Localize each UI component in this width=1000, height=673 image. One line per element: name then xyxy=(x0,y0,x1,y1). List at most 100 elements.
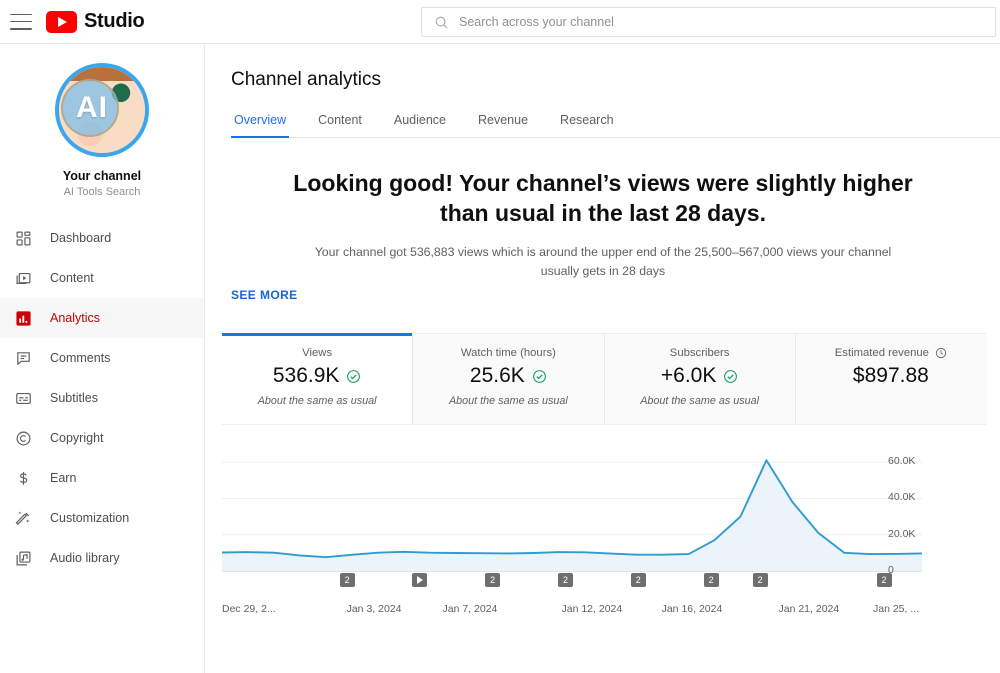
tab-overview[interactable]: Overview xyxy=(231,113,290,138)
customization-icon xyxy=(12,507,34,529)
metric-value-row: 25.6K xyxy=(413,364,603,388)
sidebar-item-label: Customization xyxy=(50,511,130,525)
see-more-link[interactable]: SEE MORE xyxy=(231,288,298,302)
video-count-marker[interactable]: 2 xyxy=(703,573,719,587)
video-count-marker[interactable]: 2 xyxy=(876,573,892,587)
tab-research[interactable]: Research xyxy=(557,113,617,138)
hamburger-icon[interactable] xyxy=(10,13,32,30)
metric-value: 25.6K xyxy=(469,364,525,387)
x-axis-tick-label: Jan 7, 2024 xyxy=(442,603,498,615)
sidebar-item-earn[interactable]: Earn xyxy=(0,458,204,498)
sidebar-item-label: Subtitles xyxy=(50,391,98,405)
check-circle-icon xyxy=(532,369,546,383)
tab-revenue[interactable]: Revenue xyxy=(475,113,531,138)
y-axis-tick-label: 40.0K xyxy=(888,491,916,504)
content-icon xyxy=(12,267,34,289)
analytics-icon xyxy=(12,307,34,329)
video-count-marker[interactable]: 2 xyxy=(558,573,573,587)
analytics-subline: Your channel got 536,883 views which is … xyxy=(314,244,892,278)
top-bar: Studio xyxy=(0,0,1000,44)
sidebar-item-label: Comments xyxy=(50,351,111,365)
comments-icon xyxy=(12,347,34,369)
channel-title: Your channel xyxy=(62,169,142,183)
x-axis-tick-label: Jan 3, 2024 xyxy=(346,603,402,615)
chart-y-axis: 0 20.0K 40.0K 60.0K xyxy=(888,445,934,576)
sidebar-item-content[interactable]: Content xyxy=(0,258,204,298)
sidebar-item-comments[interactable]: Comments xyxy=(0,338,204,378)
y-axis-tick-label: 60.0K xyxy=(888,455,916,468)
chart-x-axis: Dec 29, 2... Jan 3, 2024 Jan 7, 2024 Jan 12… xyxy=(222,603,922,623)
check-circle-icon xyxy=(347,369,361,383)
metric-note: About the same as usual xyxy=(448,395,568,407)
channel-block[interactable]: AI Your channel AI Tools Search xyxy=(0,45,204,212)
sidebar-item-label: Content xyxy=(50,271,94,285)
sidebar-item-audio-library[interactable]: Audio library xyxy=(0,538,204,578)
metric-note: About the same as usual xyxy=(257,395,377,407)
search-input[interactable] xyxy=(459,15,983,29)
metric-value-row: +6.0K xyxy=(605,364,795,388)
sidebar-item-copyright[interactable]: Copyright xyxy=(0,418,204,458)
audio-library-icon xyxy=(12,547,34,569)
brand-name: Studio xyxy=(84,10,145,32)
views-chart[interactable]: 0 20.0K 40.0K 60.0K 2222222 Dec 29, 2... Jan… xyxy=(222,445,986,645)
sidebar-item-subtitles[interactable]: Subtitles xyxy=(0,378,204,418)
video-count-marker[interactable]: 2 xyxy=(339,573,355,587)
video-count-marker[interactable]: 2 xyxy=(752,573,768,587)
sidebar-item-analytics[interactable]: Analytics xyxy=(0,298,204,338)
sidebar: AI Your channel AI Tools Search Dashboar… xyxy=(0,45,205,673)
metric-card-estimated-revenue[interactable]: Estimated revenue $897.88 xyxy=(796,334,986,424)
tab-audience[interactable]: Audience xyxy=(391,113,449,138)
sidebar-nav: Dashboard Content Analytics Comments Sub… xyxy=(0,218,204,578)
y-axis-tick-label: 20.0K xyxy=(888,527,916,540)
metric-label: Views xyxy=(302,347,333,359)
studio-logo[interactable]: Studio xyxy=(46,10,145,33)
sidebar-item-customization[interactable]: Customization xyxy=(0,498,204,538)
metric-value-row: 536.9K xyxy=(222,364,412,388)
sidebar-item-label: Audio library xyxy=(50,551,120,565)
metric-card-subscribers[interactable]: Subscribers +6.0K About the same as usua… xyxy=(605,334,796,424)
metric-card-views[interactable]: Views 536.9K About the same as usual xyxy=(222,333,414,424)
metric-label: Subscribers xyxy=(669,347,730,359)
metric-label-row: Estimated revenue xyxy=(796,347,986,359)
sidebar-item-label: Dashboard xyxy=(50,231,112,245)
sidebar-item-dashboard[interactable]: Dashboard xyxy=(0,218,204,258)
dashboard-icon xyxy=(12,227,34,249)
search-bar[interactable] xyxy=(421,7,996,37)
x-axis-tick-label: Jan 12, 2024 xyxy=(561,603,623,615)
chart-video-markers: 2 2 2 2 2 2 2 xyxy=(222,573,922,589)
x-axis-tick-label: Jan 25, ... xyxy=(873,603,920,615)
channel-name: AI Tools Search xyxy=(63,186,141,198)
video-count-marker[interactable]: 2 xyxy=(630,573,646,587)
video-play-marker[interactable] xyxy=(412,573,428,587)
chart-plot[interactable] xyxy=(222,445,922,585)
x-axis-tick-label: Dec 29, 2... xyxy=(222,603,276,615)
analytics-headline: Looking good! Your channel’s views were … xyxy=(293,170,913,227)
tab-content[interactable]: Content xyxy=(315,113,365,138)
video-count-marker[interactable]: 2 xyxy=(485,573,501,587)
analytics-tabs: Overview Content Audience Revenue Resear… xyxy=(231,113,1000,138)
clock-icon xyxy=(935,347,947,359)
metric-value: 536.9K xyxy=(272,364,340,387)
subtitles-icon xyxy=(12,387,34,409)
metric-label: Watch time (hours) xyxy=(460,347,556,359)
metric-label: Estimated revenue xyxy=(834,347,929,359)
metric-cards: Views 536.9K About the same as usual Wat… xyxy=(222,333,986,425)
channel-avatar[interactable]: AI xyxy=(55,63,149,157)
youtube-logo-icon xyxy=(46,10,77,33)
main-content: Channel analytics Overview Content Audie… xyxy=(206,45,1000,673)
dollar-icon xyxy=(12,467,34,489)
metric-value-row: $897.88 xyxy=(796,364,986,388)
metric-note: About the same as usual xyxy=(640,395,760,407)
sidebar-item-label: Copyright xyxy=(50,431,104,445)
sidebar-item-label: Analytics xyxy=(50,311,101,325)
metric-value: $897.88 xyxy=(852,364,929,387)
chart-area-fill xyxy=(222,460,922,571)
metric-card-watch-time[interactable]: Watch time (hours) 25.6K About the same … xyxy=(413,334,605,424)
page-title: Channel analytics xyxy=(231,69,381,90)
avatar-initials: AI xyxy=(76,91,108,124)
search-icon xyxy=(435,16,448,29)
check-circle-icon xyxy=(724,369,738,383)
x-axis-tick-label: Jan 16, 2024 xyxy=(661,603,723,615)
x-axis-tick-label: Jan 21, 2024 xyxy=(778,603,840,615)
sidebar-item-label: Earn xyxy=(50,471,77,485)
